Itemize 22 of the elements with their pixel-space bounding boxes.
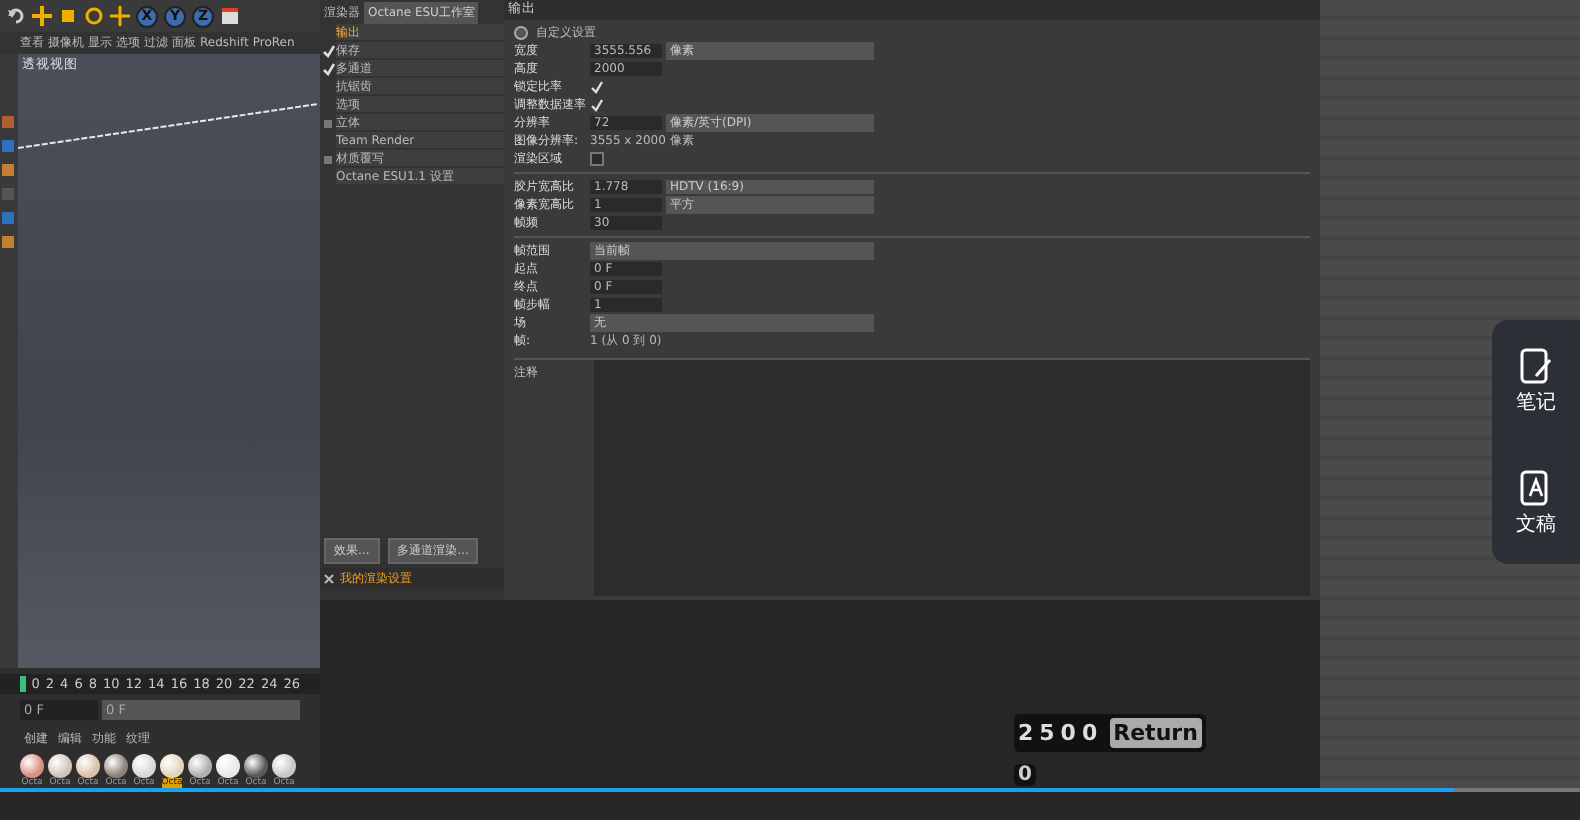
key-text: 2500	[1018, 720, 1104, 746]
undo-icon[interactable]	[6, 6, 26, 26]
key-label: Return	[1109, 718, 1202, 748]
checkbox[interactable]	[324, 119, 332, 127]
pencil-note-icon[interactable]	[1518, 347, 1554, 383]
checkbox[interactable]	[324, 155, 332, 163]
panel-label[interactable]: 笔记	[1516, 387, 1556, 415]
keystroke-display: 0	[1014, 764, 1036, 786]
close-icon[interactable]	[324, 573, 334, 583]
panel-label[interactable]: 文稿	[1516, 509, 1556, 537]
move-icon[interactable]	[110, 6, 130, 26]
scale-icon[interactable]	[58, 6, 78, 26]
document-icon[interactable]	[1518, 469, 1554, 505]
move-icon[interactable]	[32, 6, 52, 26]
checkmark-icon[interactable]	[320, 43, 336, 59]
checkbox[interactable]	[590, 152, 604, 166]
clapper-icon[interactable]	[220, 6, 240, 26]
rotate-icon[interactable]	[84, 6, 104, 26]
radio-icon[interactable]	[514, 26, 528, 40]
checkmark-icon[interactable]	[320, 61, 336, 77]
playhead-marker[interactable]	[20, 676, 26, 692]
notes-field[interactable]	[594, 360, 1310, 596]
